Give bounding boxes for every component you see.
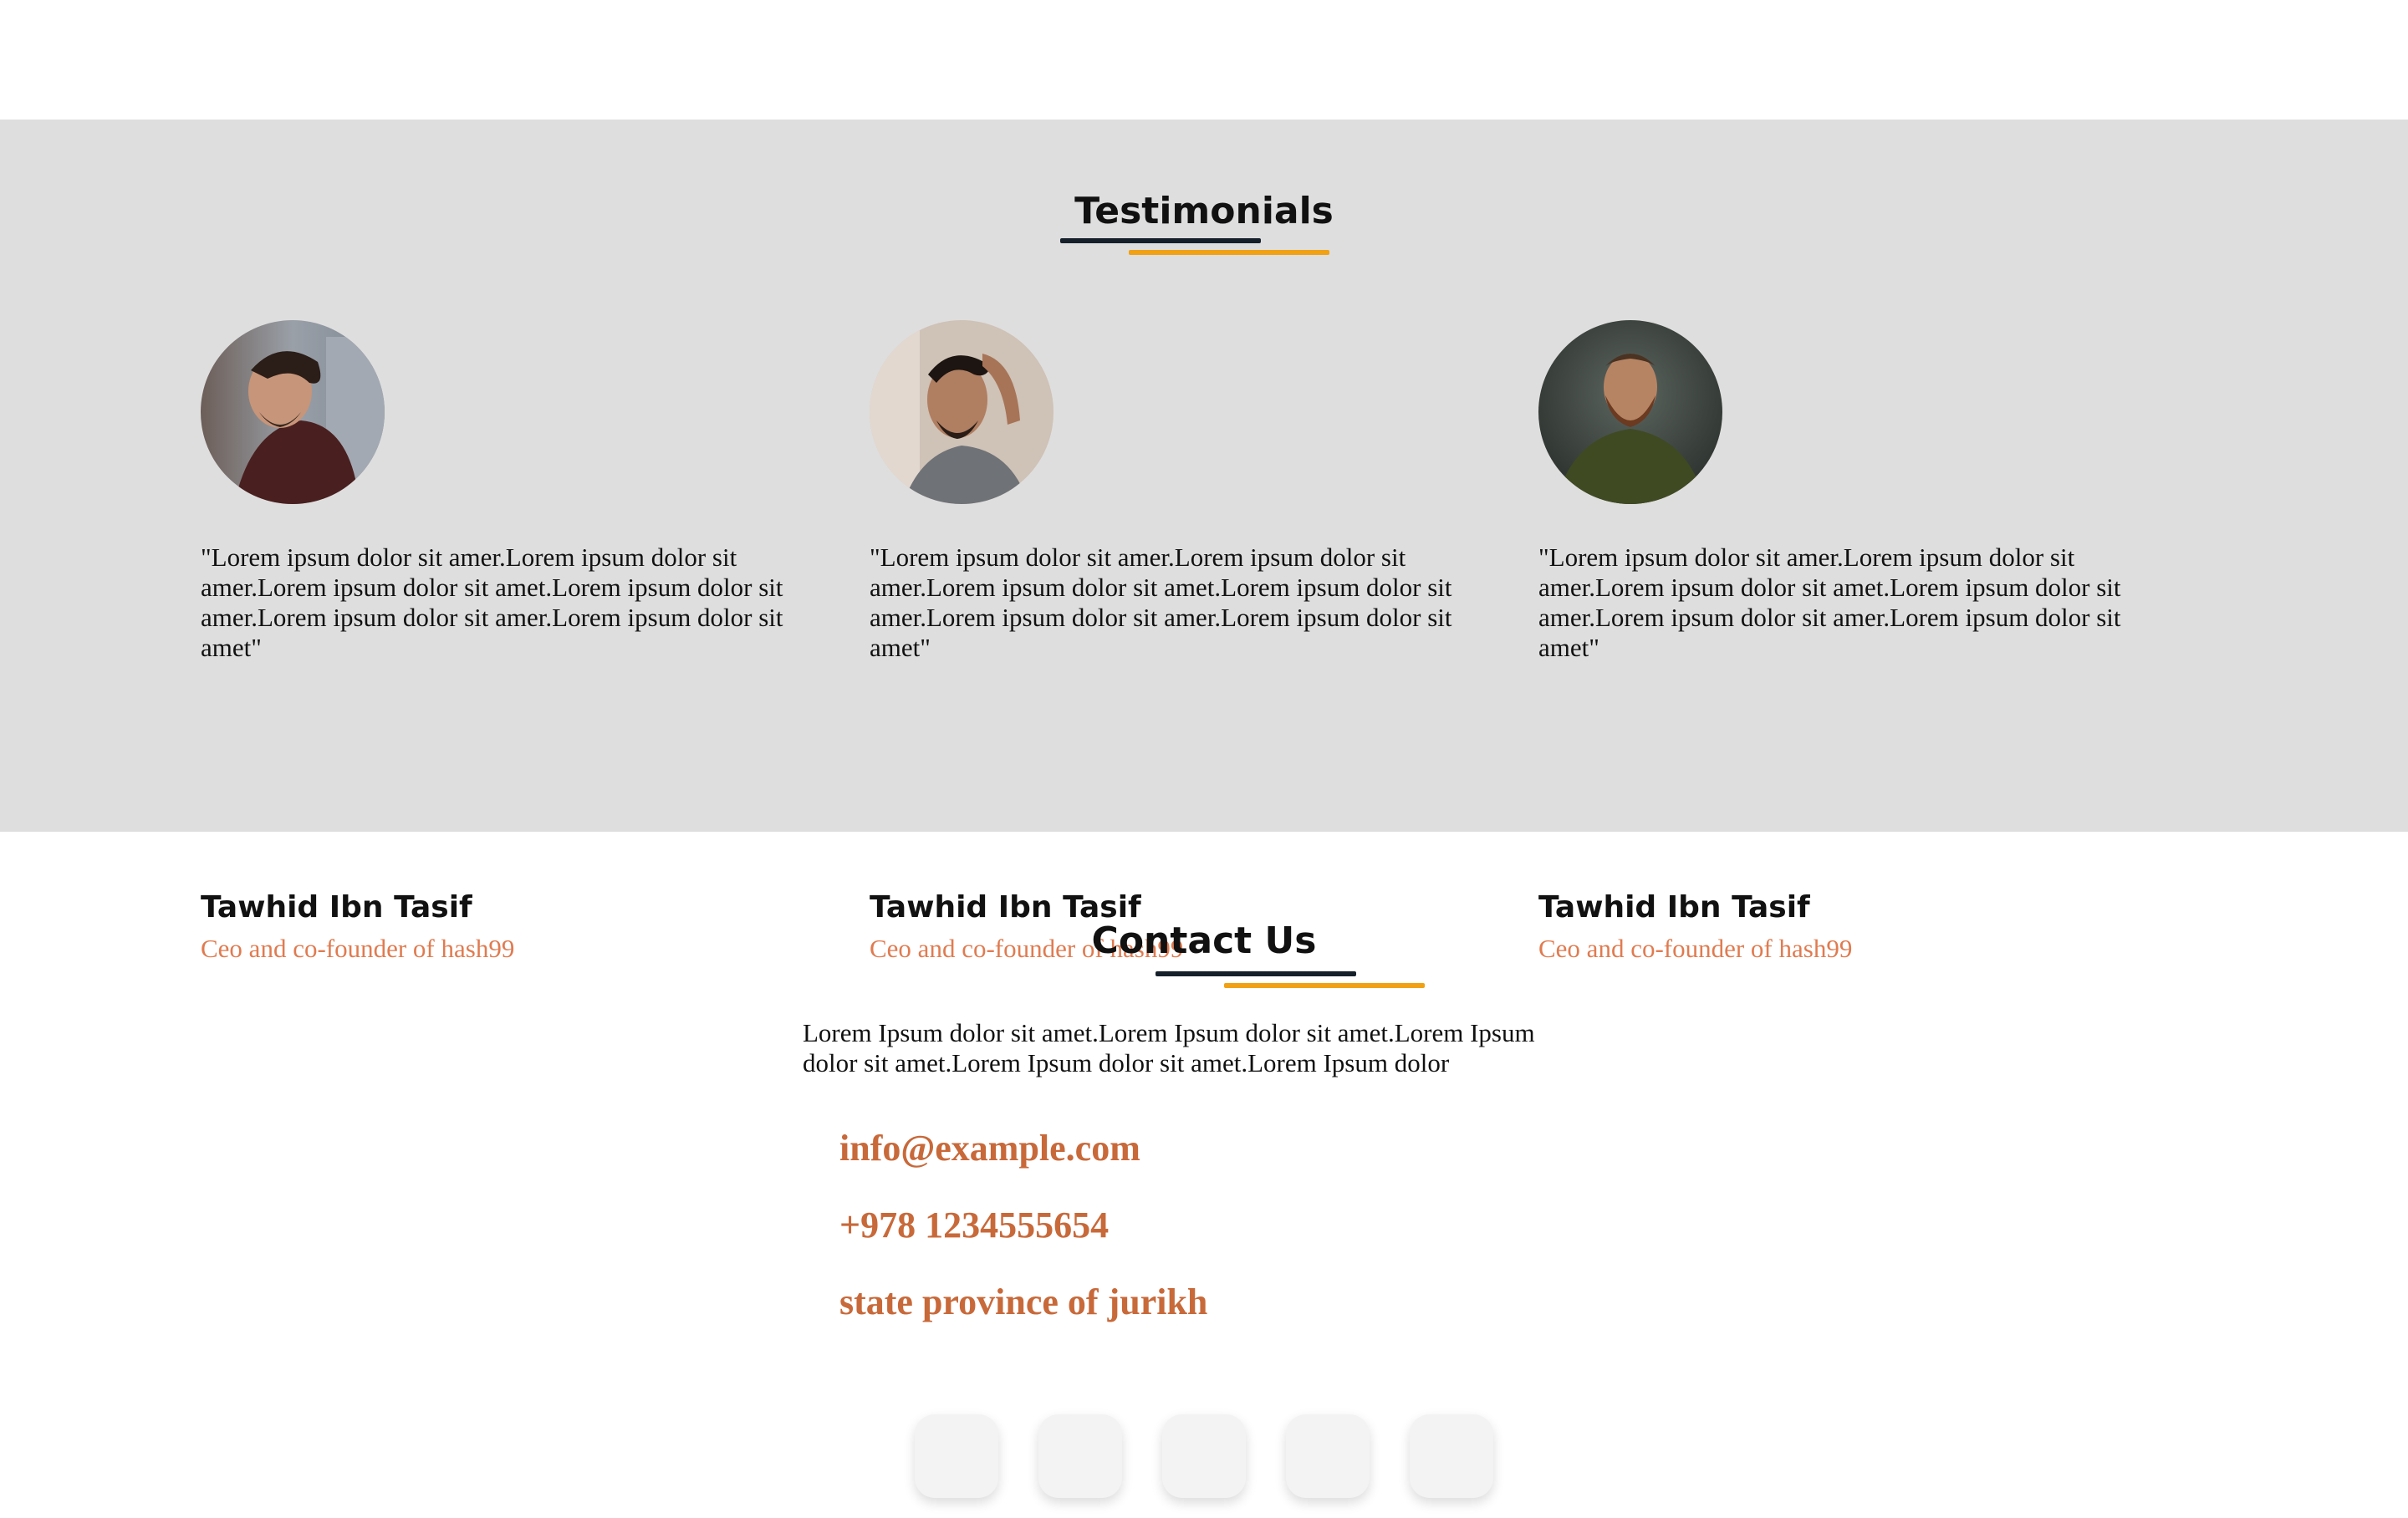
avatar	[1538, 320, 1722, 504]
testimonials-title: Testimonials	[1074, 190, 1334, 232]
contact-description: Lorem Ipsum dolor sit amet.Lorem Ipsum d…	[803, 1018, 1535, 1077]
contact-address: state province of jurikh	[839, 1281, 1208, 1322]
social-button-4[interactable]	[1286, 1414, 1370, 1498]
testimonial-quote: "Lorem ipsum dolor sit amer.Lorem ipsum …	[201, 543, 783, 662]
contact-underline-dark	[1156, 971, 1356, 976]
contact-phone-link[interactable]: +978 1234555654	[839, 1204, 1109, 1246]
avatar-photo-2	[870, 320, 1054, 504]
testimonials-section: Testimonials "Lorem ipsum dolor sit amer…	[0, 120, 2408, 963]
social-button-5[interactable]	[1410, 1414, 1493, 1498]
avatar	[201, 320, 385, 504]
avatar-photo-1	[201, 320, 385, 504]
social-button-2[interactable]	[1038, 1414, 1122, 1498]
avatar	[870, 320, 1054, 504]
avatar-photo-3	[1538, 320, 1722, 504]
contact-underline-orange	[1224, 983, 1425, 988]
testimonial-quote: "Lorem ipsum dolor sit amer.Lorem ipsum …	[870, 543, 1452, 662]
top-blank-area	[0, 0, 2408, 120]
social-button-1[interactable]	[915, 1414, 998, 1498]
contact-title: Contact Us	[1091, 919, 1317, 962]
social-button-3[interactable]	[1162, 1414, 1246, 1498]
title-underline-orange	[1129, 250, 1329, 255]
title-underline-dark	[1060, 238, 1261, 243]
contact-email-link[interactable]: info@example.com	[839, 1127, 1140, 1169]
testimonial-quote: "Lorem ipsum dolor sit amer.Lorem ipsum …	[1538, 543, 2121, 662]
